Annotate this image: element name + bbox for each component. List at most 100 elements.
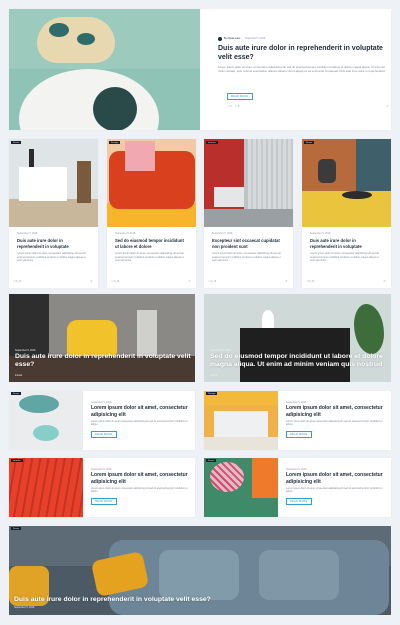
grid-card-image[interactable]: Design <box>107 139 196 227</box>
image-shape <box>19 167 67 201</box>
hero-card: By Alyssa Lane September 5, 2018 Duis au… <box>9 9 391 130</box>
small-card-read-more-button[interactable]: READ MORE <box>91 498 117 505</box>
hero-image[interactable] <box>9 9 200 130</box>
grid-card-likes[interactable]: ♡4 ◻0 <box>208 280 216 283</box>
image-shape <box>214 187 244 207</box>
small-card-excerpt: Lorem ipsum dolor sit amet consectetur a… <box>286 420 383 427</box>
feature-left[interactable]: September 5, 2018 Duis aute irure dolor … <box>9 294 195 382</box>
grid-card-excerpt: Lorem ipsum dolor sit amet, consectetur … <box>310 252 379 263</box>
image-shape <box>159 550 239 600</box>
grid-card-tag[interactable]: Interior <box>206 141 218 145</box>
image-shape <box>318 159 336 183</box>
small-card-date: September 5, 2018 <box>91 468 112 471</box>
small-card-title[interactable]: Lorem ipsum dolor sit amet, consectetur … <box>286 472 386 485</box>
share-icon[interactable]: ⋖ <box>285 279 288 283</box>
small-card-image[interactable]: Interior <box>9 458 83 517</box>
image-shape <box>29 149 34 167</box>
image-shape <box>259 550 339 600</box>
small-card-tag[interactable]: Decor <box>11 392 22 396</box>
bottom-feature-title[interactable]: Duis aute irure dolor in reprehenderit i… <box>14 596 314 604</box>
hero-image-plate <box>93 87 137 130</box>
share-icon[interactable]: ⋖ <box>386 104 389 108</box>
image-shape <box>356 139 391 191</box>
image-shape <box>262 310 274 328</box>
small-card: Interior September 5, 2018 Lorem ipsum d… <box>9 458 195 517</box>
feature-right[interactable]: September 5, 2018 Sed do eiusmod tempor … <box>204 294 391 382</box>
image-shape <box>137 310 157 356</box>
hero-comments[interactable]: ◻ 0 <box>235 105 239 108</box>
small-card-title[interactable]: Lorem ipsum dolor sit amet, consectetur … <box>91 472 191 485</box>
small-card-tag[interactable]: Decor <box>206 459 217 463</box>
grid-card: Decor September 5, 2018 Duis aute irure … <box>302 139 391 288</box>
grid-card-excerpt: Lorem ipsum dolor sit amet, consectetur … <box>115 252 184 263</box>
hero-read-more-button[interactable]: READ MORE <box>227 93 253 100</box>
grid-card-excerpt: Lorem ipsum dolor sit amet, consectetur … <box>212 252 281 263</box>
small-card-excerpt: Lorem ipsum dolor sit amet consectetur a… <box>91 420 188 427</box>
small-card-read-more-button[interactable]: READ MORE <box>91 431 117 438</box>
grid-card-comments-count: 0 <box>117 280 120 283</box>
share-icon[interactable]: ⋖ <box>90 279 93 283</box>
small-card-read-more-button[interactable]: READ MORE <box>286 431 312 438</box>
hero-likes[interactable]: ♡ 2 <box>227 105 232 108</box>
image-shape <box>204 437 278 450</box>
feature-right-title[interactable]: Sed do eiusmod tempor incididunt ut labo… <box>210 353 388 369</box>
feature-left-author[interactable]: Interior <box>15 374 22 377</box>
grid-card-title[interactable]: Duis aute irure dolor in reprehenderit i… <box>17 238 90 249</box>
small-card-excerpt: Lorem ipsum dolor sit amet consectetur a… <box>91 487 188 494</box>
grid-card-image[interactable]: Interior <box>204 139 293 227</box>
small-card-tag[interactable]: Design <box>206 392 218 396</box>
image-shape <box>204 209 293 227</box>
image-shape <box>214 411 268 437</box>
small-card-title[interactable]: Lorem ipsum dolor sit amet, consectetur … <box>91 405 191 418</box>
hero-author[interactable]: By Alyssa Lane <box>224 37 240 40</box>
small-card-title[interactable]: Lorem ipsum dolor sit amet, consectetur … <box>286 405 386 418</box>
grid-card-image[interactable]: Decor <box>302 139 391 227</box>
hero-excerpt: Lorem ipsum dolor sit amet, consectetur … <box>218 65 386 74</box>
small-card-image[interactable]: Decor <box>204 458 278 517</box>
small-card-tag[interactable]: Interior <box>11 459 23 463</box>
bottom-feature-tag[interactable]: Decor <box>11 527 22 531</box>
grid-card-date: September 5, 2018 <box>212 232 233 235</box>
hero-likes-count: 2 <box>230 105 232 108</box>
share-icon[interactable]: ⋖ <box>383 279 386 283</box>
comment-icon: ◻ <box>235 105 238 108</box>
feature-left-title[interactable]: Duis aute irure dolor in reprehenderit i… <box>15 353 193 369</box>
small-card-read-more-button[interactable]: READ MORE <box>286 498 312 505</box>
heart-icon: ♡ <box>227 105 230 108</box>
hero-image-table <box>19 69 159 130</box>
small-card-date: September 5, 2018 <box>286 401 307 404</box>
bottom-feature-date: September 5, 2018 <box>14 606 35 609</box>
feature-right-author[interactable]: Interior <box>210 374 217 377</box>
share-icon[interactable]: ⋖ <box>188 279 191 283</box>
bottom-feature[interactable]: Decor Duis aute irure dolor in reprehend… <box>9 526 391 615</box>
grid-card-likes[interactable]: ♡4 ◻0 <box>111 280 119 283</box>
grid-card-date: September 5, 2018 <box>17 232 38 235</box>
hero-image-leaves-2 <box>77 33 95 45</box>
small-card-date: September 5, 2018 <box>286 468 307 471</box>
grid-card-tag[interactable]: Decor <box>304 141 315 145</box>
grid-card-likes[interactable]: ♡2 ◻0 <box>306 280 314 283</box>
image-shape <box>67 320 117 356</box>
grid-card: Interior September 5, 2018 Excepteur sin… <box>204 139 293 288</box>
grid-card-tag[interactable]: Decor <box>11 141 22 145</box>
hero-author-avatar <box>218 37 222 41</box>
grid-card-title[interactable]: Excepteur sint occaecat cupidatat non pr… <box>212 238 285 249</box>
grid-card-tag[interactable]: Design <box>109 141 121 145</box>
grid-card-likes[interactable]: ♡4 ◻0 <box>13 280 21 283</box>
hero-comments-count: 0 <box>237 105 240 108</box>
small-card-image[interactable]: Design <box>204 391 278 450</box>
grid-card-title[interactable]: Duis aute irure dolor in reprehenderit i… <box>310 238 383 249</box>
image-shape <box>210 462 244 492</box>
small-card: Design September 5, 2018 Lorem ipsum dol… <box>204 391 391 450</box>
grid-card-title[interactable]: Sed do eiusmod tempor incididunt ut labo… <box>115 238 188 249</box>
small-card: Decor September 5, 2018 Lorem ipsum dolo… <box>204 458 391 517</box>
hero-title[interactable]: Duis aute irure dolor in reprehenderit i… <box>218 44 388 62</box>
hero-date: September 5, 2018 <box>245 37 266 40</box>
feature-left-date: September 5, 2018 <box>15 349 36 352</box>
grid-card-image[interactable]: Decor <box>9 139 98 227</box>
image-shape <box>9 199 98 227</box>
image-shape <box>9 458 83 517</box>
grid-card-excerpt: Lorem ipsum dolor sit amet, consectetur … <box>17 252 86 263</box>
image-shape <box>342 191 372 199</box>
small-card-image[interactable]: Decor <box>9 391 83 450</box>
